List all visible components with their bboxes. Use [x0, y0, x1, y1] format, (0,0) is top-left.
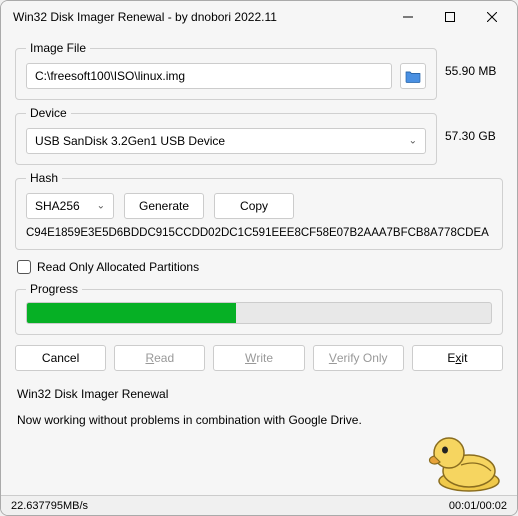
device-size-label: 57.30 GB	[445, 129, 503, 143]
write-label-suffix: rite	[256, 351, 273, 365]
minimize-button[interactable]	[387, 3, 429, 31]
folder-icon	[405, 69, 421, 83]
progress-legend: Progress	[26, 282, 82, 296]
read-button[interactable]: Read	[114, 345, 205, 371]
status-speed: 22.637795MB/s	[11, 500, 449, 512]
progress-group: Progress	[15, 282, 503, 335]
read-only-checkbox-row[interactable]: Read Only Allocated Partitions	[17, 260, 503, 274]
device-selected: USB SanDisk 3.2Gen1 USB Device	[35, 134, 225, 148]
titlebar: Win32 Disk Imager Renewal - by dnobori 2…	[1, 1, 517, 33]
device-legend: Device	[26, 106, 71, 120]
image-file-legend: Image File	[26, 41, 90, 55]
duck-icon	[421, 423, 507, 493]
app-window: Win32 Disk Imager Renewal - by dnobori 2…	[0, 0, 518, 516]
read-only-checkbox[interactable]	[17, 260, 31, 274]
hash-algo-value: SHA256	[35, 199, 80, 213]
cancel-button[interactable]: Cancel	[15, 345, 106, 371]
progress-fill	[27, 303, 236, 323]
window-title: Win32 Disk Imager Renewal - by dnobori 2…	[13, 10, 387, 24]
write-button[interactable]: Write	[213, 345, 304, 371]
browse-button[interactable]	[400, 63, 426, 89]
copy-button[interactable]: Copy	[214, 193, 294, 219]
content-area: Image File 55.90 MB Device	[1, 33, 517, 495]
image-path-input[interactable]	[26, 63, 392, 89]
read-label-suffix: ead	[154, 351, 174, 365]
footer-title: Win32 Disk Imager Renewal	[17, 387, 503, 401]
action-row: Cancel Read Write Verify Only Exit	[15, 345, 503, 371]
image-file-group: Image File	[15, 41, 437, 100]
image-size-label: 55.90 MB	[445, 64, 503, 78]
hash-legend: Hash	[26, 171, 62, 185]
chevron-down-icon: ⌄	[97, 201, 105, 212]
hash-group: Hash SHA256 ⌄ Generate Copy C94E1859E3E5…	[15, 171, 503, 250]
read-only-label: Read Only Allocated Partitions	[37, 260, 199, 274]
status-time: 00:01/00:02	[449, 500, 507, 512]
verify-button[interactable]: Verify Only	[313, 345, 404, 371]
verify-label-suffix: erify Only	[337, 351, 388, 365]
exit-button[interactable]: Exit	[412, 345, 503, 371]
device-select[interactable]: USB SanDisk 3.2Gen1 USB Device ⌄	[26, 128, 426, 154]
device-group: Device USB SanDisk 3.2Gen1 USB Device ⌄	[15, 106, 437, 165]
close-button[interactable]	[471, 3, 513, 31]
chevron-down-icon: ⌄	[409, 136, 417, 147]
generate-button[interactable]: Generate	[124, 193, 204, 219]
progress-bar	[26, 302, 492, 324]
maximize-button[interactable]	[429, 3, 471, 31]
statusbar: 22.637795MB/s 00:01/00:02	[1, 495, 517, 515]
hash-algo-select[interactable]: SHA256 ⌄	[26, 193, 114, 219]
hash-value: C94E1859E3E5D6BDDC915CCDD02DC1C591EEE8CF…	[26, 227, 492, 239]
